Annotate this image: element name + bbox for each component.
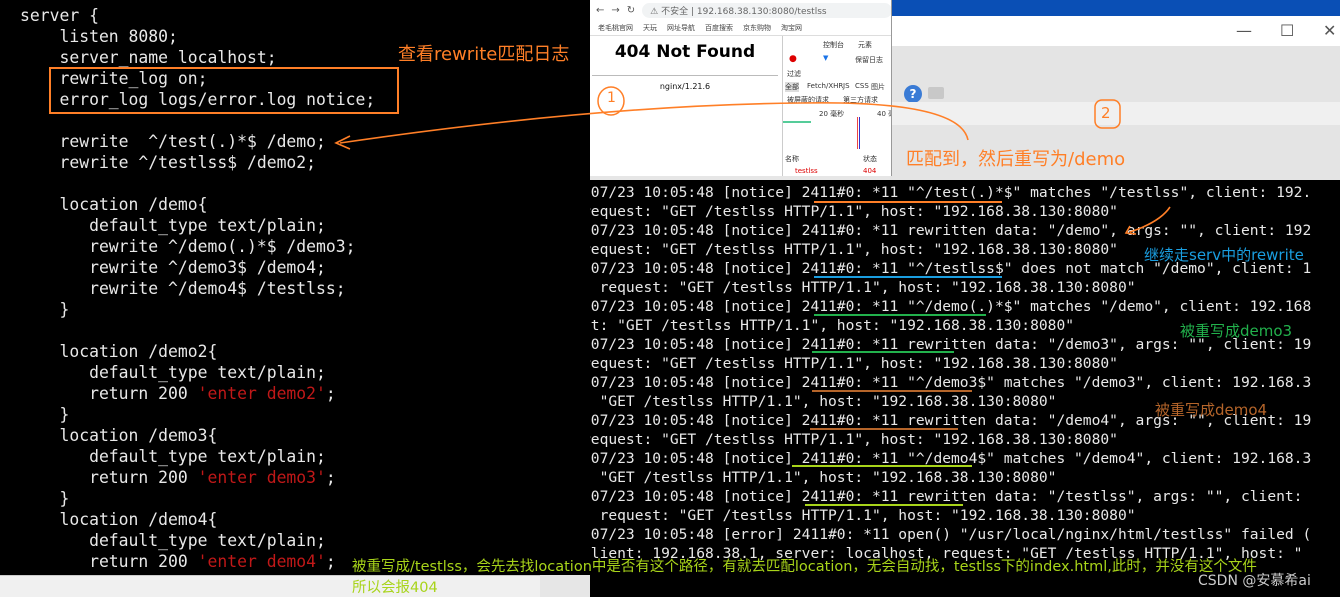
arrow-rewrite-to-demo bbox=[339, 101, 969, 144]
arrow-log bbox=[1124, 206, 1171, 235]
step1-label: 1 bbox=[607, 90, 616, 106]
underline bbox=[792, 465, 972, 467]
underline bbox=[814, 276, 1002, 278]
step2-label: 2 bbox=[1101, 104, 1111, 122]
annotation-matched: 匹配到，然后重写为/demo bbox=[906, 149, 1126, 170]
underline bbox=[812, 390, 972, 392]
underline bbox=[810, 428, 958, 430]
annotation-demo3: 被重写成demo3 bbox=[1180, 322, 1293, 340]
watermark: CSDN @安慕希ai bbox=[1198, 573, 1311, 589]
annotation-arrows bbox=[334, 86, 1171, 235]
underline bbox=[812, 351, 954, 353]
annotation-testlss-2: 所以会报404 bbox=[352, 580, 438, 596]
annotation-testlss: 被重写成/testlss，会先去找location中是否有这个路径，有就去匹配l… bbox=[352, 559, 1257, 575]
annotation-demo4: 被重写成demo4 bbox=[1155, 401, 1268, 419]
annotation-continue: 继续走serv中的rewrite bbox=[1144, 246, 1304, 264]
underline bbox=[814, 314, 986, 316]
underline bbox=[805, 504, 963, 506]
underline bbox=[814, 201, 1002, 203]
